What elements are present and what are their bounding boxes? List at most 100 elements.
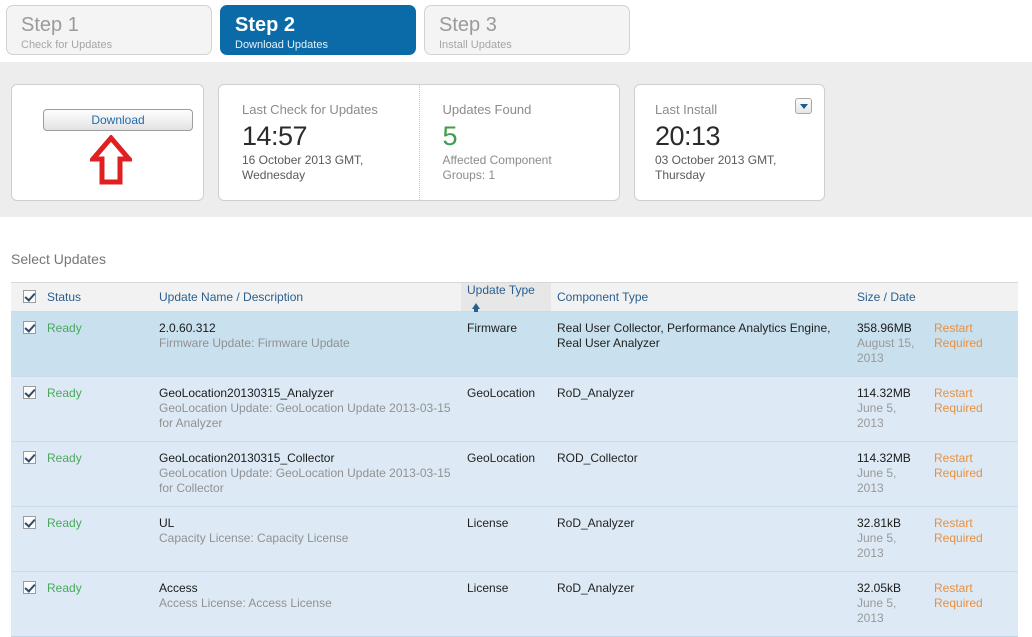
status-badge: Ready — [47, 451, 82, 465]
row-component-type-cell: ROD_Collector — [551, 441, 851, 507]
header-size-date[interactable]: Size / Date — [851, 282, 928, 312]
header-update-type-label: Update Type — [467, 283, 535, 297]
header-update-name[interactable]: Update Name / Description — [153, 282, 461, 312]
updates-found-label: Updates Found — [442, 102, 532, 117]
updates-table: Status Update Name / Description Update … — [11, 282, 1018, 637]
update-description: Firmware Update: Firmware Update — [159, 336, 350, 350]
update-size: 114.32MB — [857, 386, 911, 400]
last-install-card: Last Install 20:13 03 October 2013 GMT, … — [634, 84, 825, 201]
check-summary-card: Last Check for Updates 14:57 16 October … — [218, 84, 620, 201]
table-row[interactable]: Ready GeoLocation20130315_Collector GeoLoc… — [11, 441, 1018, 507]
update-size: 32.05kB — [857, 581, 902, 595]
status-badge: Ready — [47, 581, 82, 595]
step-tab-2[interactable]: Step 2 Download Updates — [220, 5, 416, 55]
header-status[interactable]: Status — [41, 282, 153, 312]
update-size: 358.96MB — [857, 321, 912, 335]
update-name: GeoLocation20130315_Collector — [159, 451, 335, 465]
row-size-date-cell: 32.81kB June 5, 2013 — [851, 506, 928, 572]
restart-required-label: Restart Required — [934, 321, 983, 350]
header-component-type[interactable]: Component Type — [551, 282, 851, 312]
update-name: UL — [159, 516, 175, 530]
row-update-type-cell: License — [461, 506, 551, 572]
update-description: GeoLocation Update: GeoLocation Update 2… — [159, 401, 451, 430]
row-select-cell[interactable] — [11, 441, 41, 507]
affected-groups-line1: Affected Component — [442, 153, 552, 167]
step-tab-3[interactable]: Step 3 Install Updates — [424, 5, 630, 55]
row-checkbox[interactable] — [23, 581, 36, 594]
caret-down-icon — [799, 103, 808, 109]
table-row[interactable]: Ready UL Capacity License: Capacity Licens… — [11, 506, 1018, 572]
last-install-date-line1: 03 October 2013 GMT, — [655, 153, 777, 167]
row-update-type-cell: License — [461, 571, 551, 637]
updates-table-head: Status Update Name / Description Update … — [11, 282, 1018, 312]
restart-required-label: Restart Required — [934, 451, 983, 480]
row-size-date-cell: 358.96MB August 15, 2013 — [851, 311, 928, 377]
update-description: GeoLocation Update: GeoLocation Update 2… — [159, 466, 451, 495]
row-checkbox[interactable] — [23, 386, 36, 399]
select-all-header[interactable] — [11, 282, 41, 312]
restart-required-label: Restart Required — [934, 581, 983, 610]
row-action-cell: Restart Required — [928, 441, 1018, 507]
row-size-date-cell: 114.32MB June 5, 2013 — [851, 441, 928, 507]
table-row[interactable]: Ready Access Access License: Access Licens… — [11, 571, 1018, 637]
update-date: June 5, 2013 — [857, 466, 897, 495]
last-check-date-line2: Wednesday — [242, 168, 306, 182]
update-manager-page: Step 1 Check for Updates Step 2 Download… — [0, 0, 1032, 637]
row-select-cell[interactable] — [11, 311, 41, 377]
row-status-cell: Ready — [41, 571, 153, 637]
update-name: Access — [159, 581, 198, 595]
last-check-time: 14:57 — [242, 121, 308, 151]
row-checkbox[interactable] — [23, 321, 36, 334]
row-status-cell: Ready — [41, 311, 153, 377]
red-arrow-up-icon — [90, 135, 132, 185]
update-name: 2.0.60.312 — [159, 321, 216, 335]
table-row[interactable]: Ready 2.0.60.312 Firmware Update: Firmware… — [11, 311, 1018, 377]
step-tab-2-title: Step 2 — [235, 14, 296, 36]
step-tab-1[interactable]: Step 1 Check for Updates — [6, 5, 212, 55]
restart-required-label: Restart Required — [934, 516, 983, 545]
update-description: Capacity License: Capacity License — [159, 531, 349, 545]
row-size-date-cell: 32.05kB June 5, 2013 — [851, 571, 928, 637]
last-check-block: Last Check for Updates 14:57 16 October … — [219, 85, 419, 200]
header-update-type[interactable]: Update Type — [461, 282, 551, 312]
step-tab-2-subtitle: Download Updates — [235, 39, 328, 51]
table-row[interactable]: Ready GeoLocation20130315_Analyzer GeoLoca… — [11, 376, 1018, 442]
row-name-cell: 2.0.60.312 Firmware Update: Firmware Upda… — [153, 311, 461, 377]
step-tab-3-subtitle: Install Updates — [439, 39, 512, 51]
last-install-dropdown-button[interactable] — [795, 98, 812, 114]
updates-table-body: Ready 2.0.60.312 Firmware Update: Firmware… — [11, 311, 1018, 637]
affected-groups-line2: Groups: 1 — [442, 168, 496, 182]
status-badge: Ready — [47, 386, 82, 400]
row-action-cell: Restart Required — [928, 376, 1018, 442]
step-wizard-tabs: Step 1 Check for Updates Step 2 Download… — [0, 0, 1032, 60]
row-name-cell: UL Capacity License: Capacity License — [153, 506, 461, 572]
row-name-cell: GeoLocation20130315_Collector GeoLocation… — [153, 441, 461, 507]
status-badge: Ready — [47, 516, 82, 530]
download-button[interactable]: Download — [43, 109, 193, 131]
row-update-type-cell: GeoLocation — [461, 376, 551, 442]
download-card: Download — [11, 84, 204, 201]
status-badge: Ready — [47, 321, 82, 335]
step-tab-1-subtitle: Check for Updates — [21, 39, 113, 51]
row-select-cell[interactable] — [11, 376, 41, 442]
updates-header-row: Status Update Name / Description Update … — [11, 282, 1018, 312]
update-name: GeoLocation20130315_Analyzer — [159, 386, 334, 400]
last-check-label: Last Check for Updates — [242, 102, 378, 117]
row-status-cell: Ready — [41, 506, 153, 572]
select-all-checkbox[interactable] — [23, 290, 36, 303]
update-size: 114.32MB — [857, 451, 911, 465]
row-select-cell[interactable] — [11, 571, 41, 637]
row-status-cell: Ready — [41, 376, 153, 442]
last-install-label: Last Install — [655, 102, 718, 117]
row-update-type-cell: Firmware — [461, 311, 551, 377]
updates-table-wrap: Status Update Name / Description Update … — [11, 282, 1018, 637]
select-updates-title: Select Updates — [11, 251, 106, 267]
row-checkbox[interactable] — [23, 451, 36, 464]
row-checkbox[interactable] — [23, 516, 36, 529]
updates-found-count: 5 — [442, 121, 458, 151]
step-tab-1-title: Step 1 — [21, 14, 79, 36]
row-select-cell[interactable] — [11, 506, 41, 572]
update-date: August 15, 2013 — [857, 336, 915, 365]
update-date: June 5, 2013 — [857, 531, 897, 560]
header-action — [928, 282, 1018, 312]
